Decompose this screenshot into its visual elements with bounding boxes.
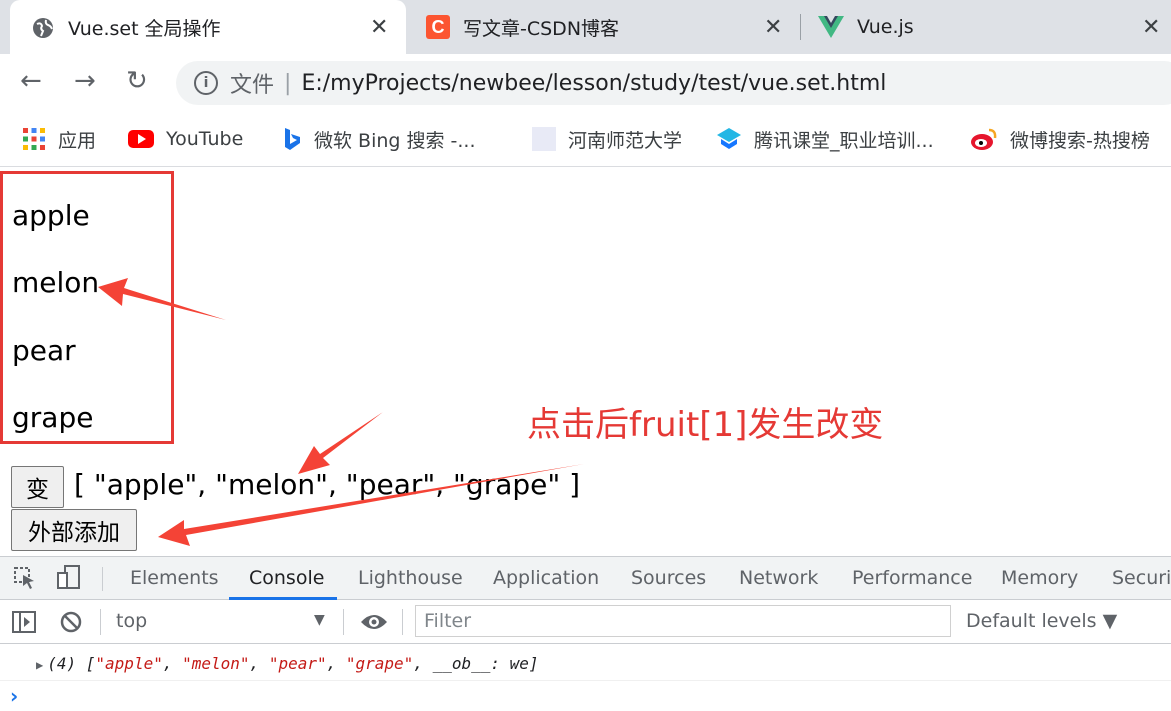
arrow-to-array-melon bbox=[298, 412, 383, 474]
devtools-tab-security[interactable]: Securit bbox=[1112, 567, 1171, 589]
arrow-to-external-add bbox=[158, 464, 584, 546]
arrow-to-melon bbox=[98, 278, 226, 320]
log-item: "pear" bbox=[268, 654, 327, 673]
context-value: top bbox=[116, 610, 148, 632]
toolbar-divider bbox=[100, 609, 101, 635]
inspect-element-icon[interactable] bbox=[14, 567, 36, 591]
log-item: "apple" bbox=[95, 654, 163, 673]
console-toolbar: top ▼ Filter Default levels ▼ bbox=[0, 600, 1171, 644]
device-toolbar-icon[interactable] bbox=[56, 565, 82, 591]
devtools-tab-application[interactable]: Application bbox=[493, 567, 599, 589]
expand-triangle-icon[interactable]: ▶ bbox=[36, 658, 43, 672]
devtools-tab-console[interactable]: Console bbox=[249, 567, 324, 589]
devtools-tab-network[interactable]: Network bbox=[739, 567, 818, 589]
console-log-entry[interactable]: ▶ (4) ["apple", "melon", "pear", "grape",… bbox=[36, 654, 539, 673]
devtools-tab-memory[interactable]: Memory bbox=[1001, 567, 1078, 589]
log-item: "melon" bbox=[182, 654, 250, 673]
devtools-tab-elements[interactable]: Elements bbox=[130, 567, 219, 589]
log-item: "grape" bbox=[345, 654, 414, 673]
devtools-tab-sources[interactable]: Sources bbox=[631, 567, 706, 589]
context-selector[interactable]: top ▼ bbox=[108, 606, 334, 638]
devtools-tab-performance[interactable]: Performance bbox=[852, 567, 972, 589]
console-divider bbox=[0, 680, 1171, 681]
log-levels-dropdown[interactable]: Default levels ▼ bbox=[966, 610, 1117, 632]
clear-console-icon[interactable] bbox=[60, 611, 82, 633]
live-expression-eye-icon[interactable] bbox=[360, 612, 388, 632]
sidebar-toggle-icon[interactable] bbox=[12, 611, 36, 633]
console-output: ▶ (4) ["apple", "melon", "pear", "grape",… bbox=[0, 644, 1171, 711]
devtools-tab-lighthouse[interactable]: Lighthouse bbox=[358, 567, 463, 589]
devtools-tabbar: Elements Console Lighthouse Application … bbox=[0, 556, 1171, 600]
log-suffix: __ob__: we] bbox=[432, 654, 539, 673]
console-filter-input[interactable]: Filter bbox=[415, 605, 951, 637]
toolbar-divider bbox=[402, 609, 403, 635]
log-prefix: (4) [ bbox=[47, 654, 96, 673]
dropdown-arrow-icon: ▼ bbox=[314, 612, 325, 628]
toolbar-divider bbox=[343, 609, 344, 635]
console-prompt-icon[interactable]: › bbox=[10, 684, 18, 708]
toolbar-divider bbox=[102, 567, 103, 591]
